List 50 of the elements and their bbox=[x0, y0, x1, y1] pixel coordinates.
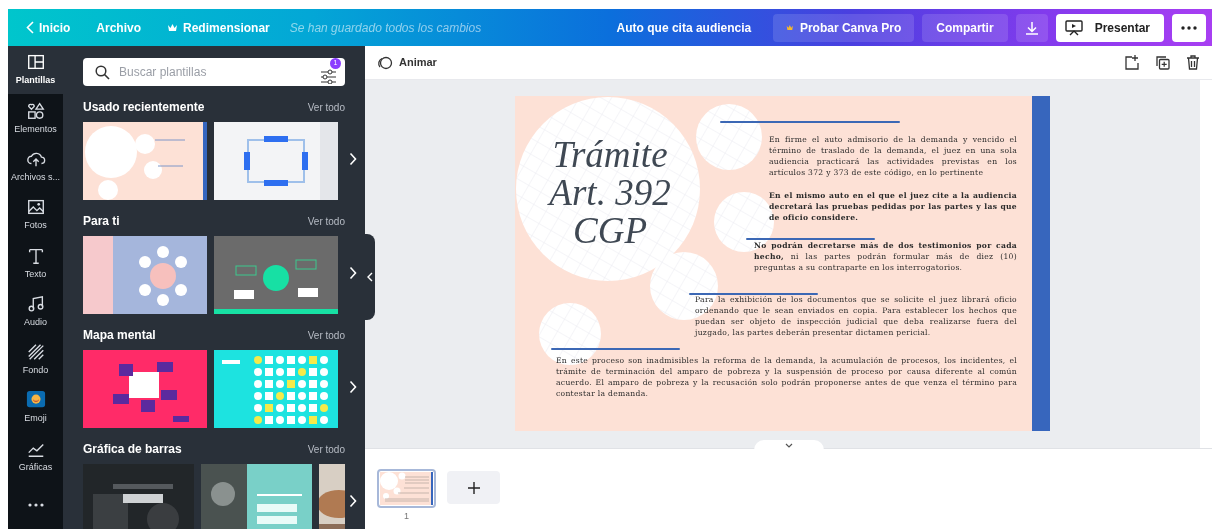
more-button[interactable] bbox=[1172, 13, 1206, 42]
see-all-link[interactable]: Ver todo bbox=[307, 327, 345, 343]
search-icon bbox=[95, 65, 110, 80]
chevron-down-icon bbox=[784, 442, 793, 448]
chevron-right-icon[interactable] bbox=[349, 494, 357, 508]
filter-icon[interactable] bbox=[320, 69, 337, 85]
sidebar-item[interactable]: Fondo bbox=[8, 335, 63, 385]
section-title: Mapa mental bbox=[83, 327, 156, 344]
download-button[interactable] bbox=[1015, 13, 1048, 42]
section-title: Para ti bbox=[83, 213, 120, 230]
chevron-right-icon[interactable] bbox=[349, 152, 357, 166]
collapse-toggle[interactable] bbox=[753, 440, 824, 450]
page-thumbnail[interactable] bbox=[377, 469, 436, 508]
more-icon bbox=[27, 502, 44, 507]
sidebar-item[interactable]: Texto bbox=[8, 239, 63, 288]
save-status: Se han guardado todos los cambios bbox=[289, 19, 482, 37]
panel-collapse-handle[interactable] bbox=[365, 234, 375, 320]
page-number: 1 bbox=[404, 510, 409, 523]
document-title: Auto que cita audiencia bbox=[616, 19, 752, 37]
see-all-link[interactable]: Ver todo bbox=[307, 213, 345, 229]
download-icon bbox=[1024, 20, 1039, 35]
more-icon bbox=[1181, 25, 1197, 30]
sidebar-item[interactable]: Plantillas bbox=[8, 46, 63, 95]
crown-icon bbox=[167, 23, 179, 32]
add-page-icon[interactable] bbox=[1124, 55, 1139, 70]
sidebar-item[interactable]: Emoji bbox=[8, 384, 63, 433]
see-all-link[interactable]: Ver todo bbox=[307, 99, 345, 115]
sidebar-item[interactable]: Archivos s... bbox=[8, 142, 63, 191]
present-button[interactable]: Presentar bbox=[1055, 13, 1164, 42]
sidebar-item[interactable]: Elementos bbox=[8, 94, 63, 143]
duplicate-icon[interactable] bbox=[1155, 55, 1170, 70]
chevron-right-icon[interactable] bbox=[349, 266, 357, 280]
animate-button[interactable]: Animar bbox=[377, 54, 437, 71]
trash-icon[interactable] bbox=[1186, 55, 1200, 70]
chevron-left-icon bbox=[26, 21, 34, 34]
see-all-link[interactable]: Ver todo bbox=[307, 441, 345, 457]
design-title: Trámite Art. 392 CGP bbox=[546, 136, 672, 250]
animate-icon bbox=[377, 55, 393, 70]
share-button[interactable]: Compartir bbox=[922, 13, 1008, 42]
try-pro-button[interactable]: Probar Canva Pro bbox=[773, 13, 915, 42]
sidebar-item[interactable]: Fotos bbox=[8, 190, 63, 240]
add-page-button[interactable] bbox=[447, 471, 500, 504]
sidebar-item[interactable]: Gráficas bbox=[8, 432, 63, 481]
chevron-right-icon[interactable] bbox=[349, 380, 357, 394]
sidebar-item[interactable]: Audio bbox=[8, 287, 63, 336]
plus-icon bbox=[466, 480, 481, 495]
section-title: Gráfica de barras bbox=[83, 441, 182, 458]
section-title: Usado recientemente bbox=[83, 99, 205, 116]
presentation-icon bbox=[1064, 19, 1083, 36]
crown-icon bbox=[786, 23, 794, 32]
